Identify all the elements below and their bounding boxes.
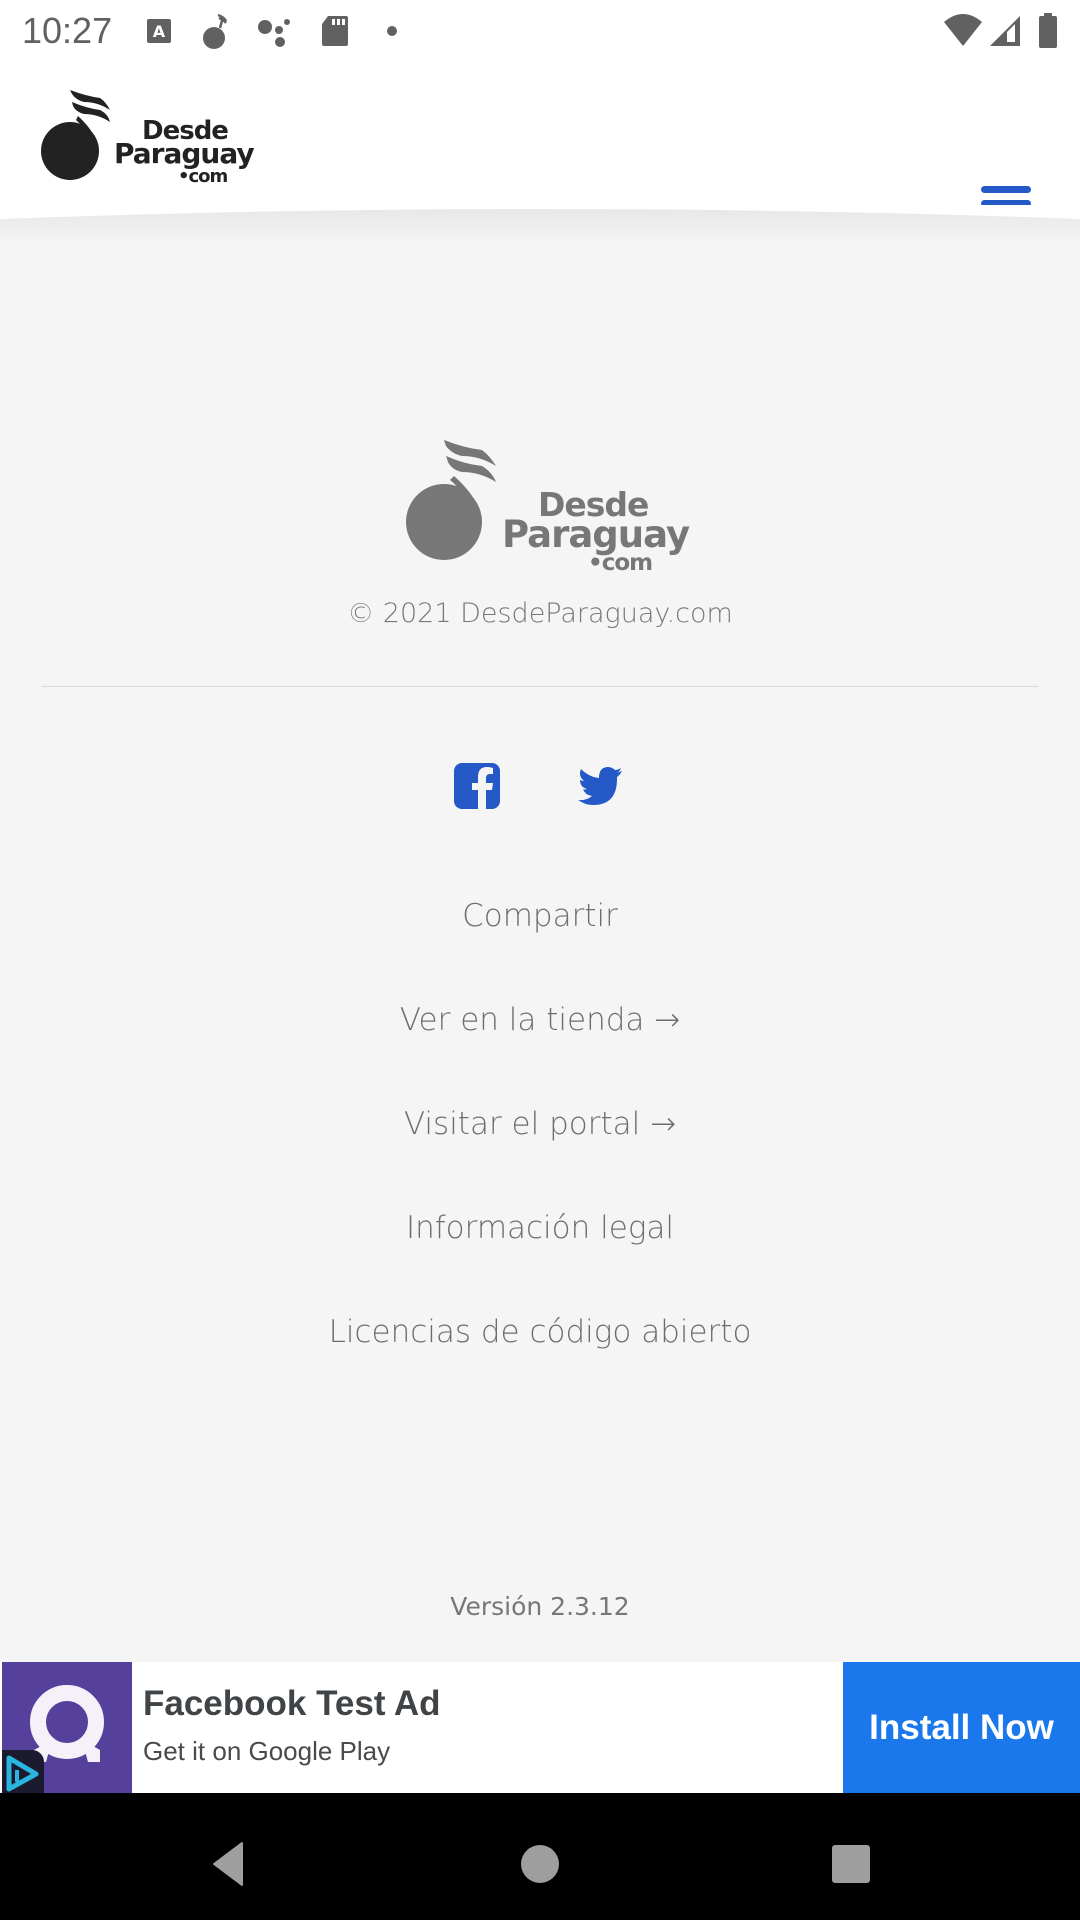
link-licencias-codigo-abierto[interactable]: Licencias de código abierto [0,1314,1080,1350]
music-note-icon [203,13,228,49]
logo-text-com: •com [178,166,228,187]
sd-card-icon [322,16,348,46]
logo-text-paraguay: Paraguay [114,137,255,170]
ad-title: Facebook Test Ad [143,1684,441,1723]
app-header: Desde Paraguay •com [0,62,1080,222]
assistant-dots-icon [258,19,290,47]
app-version: Versión 2.3.12 [450,1592,630,1621]
link-visitar-el-portal[interactable]: Visitar el portal → [0,1106,1080,1142]
wifi-icon [944,14,982,46]
status-time: 10:27 [22,10,113,51]
svg-text:A: A [153,22,166,41]
music-note-logo-icon [406,440,496,560]
copyright-text: © 2021 DesdeParaguay.com [347,598,733,629]
footer-divider [42,686,1038,687]
ad-app-icon[interactable] [2,1662,132,1793]
facebook-icon[interactable] [453,762,501,810]
dot-icon [387,26,397,36]
back-icon[interactable] [200,1833,260,1893]
link-ver-en-la-tienda[interactable]: Ver en la tienda → [0,1002,1080,1038]
home-icon[interactable] [510,1833,570,1893]
ad-play-icon [6,1755,39,1792]
footer-logo: Desde Paraguay •com [404,438,690,575]
battery-icon [1039,13,1057,48]
twitter-icon[interactable] [576,762,624,810]
text-a-icon: A [147,19,171,43]
link-informacion-legal[interactable]: Información legal [0,1210,1080,1246]
recents-icon[interactable] [820,1833,880,1893]
ad-banner[interactable]: Facebook Test Ad Get it on Google Play I… [0,1662,1080,1793]
ad-subtitle: Get it on Google Play [143,1736,391,1766]
cell-signal-icon [990,16,1020,46]
header-logo[interactable]: Desde Paraguay •com [40,88,255,188]
logo-text-paraguay: Paraguay [502,513,690,556]
link-compartir[interactable]: Compartir [0,898,1080,934]
ad-choices-badge[interactable] [2,1750,44,1793]
install-now-button[interactable]: Install Now [843,1662,1080,1793]
status-bar: 10:27 A [0,0,1080,62]
system-nav-bar [0,1793,1080,1920]
logo-text-com: •com [588,550,653,576]
header-wave-divider [0,205,1080,245]
